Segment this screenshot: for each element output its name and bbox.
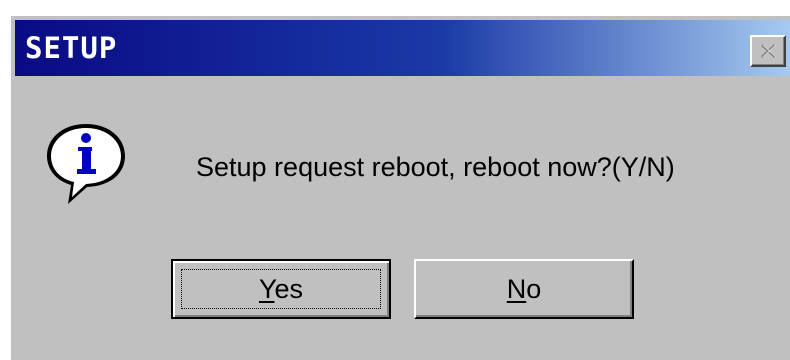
close-icon [761, 44, 777, 58]
title-bar[interactable]: SETUP [15, 20, 790, 76]
information-icon [47, 124, 125, 204]
yes-button-label: Yes [258, 274, 304, 304]
no-button[interactable]: No [414, 259, 634, 319]
no-button-label: No [506, 274, 542, 304]
setup-dialog: SETUP Setup request reboot, reboot now?(… [8, 13, 790, 360]
window-title: SETUP [25, 31, 118, 65]
close-button[interactable] [750, 35, 786, 67]
yes-button[interactable]: Yes [171, 259, 391, 319]
message-text: Setup request reboot, reboot now?(Y/N) [196, 152, 675, 182]
